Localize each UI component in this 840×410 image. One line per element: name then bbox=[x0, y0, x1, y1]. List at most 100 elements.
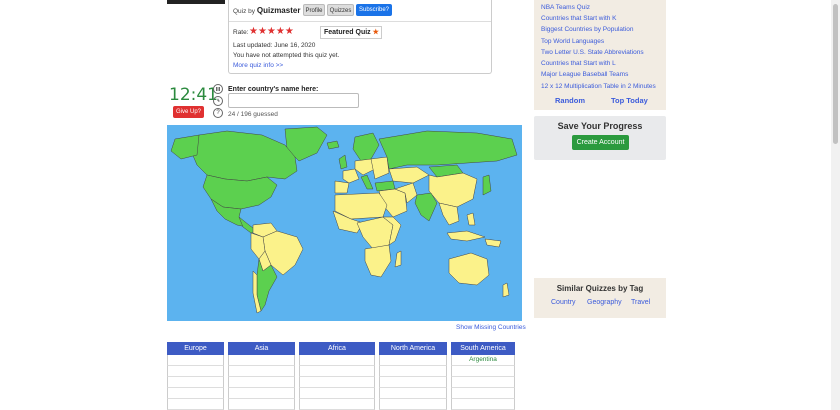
map-country-iceland bbox=[326, 140, 340, 150]
map-country-australia bbox=[448, 252, 490, 286]
save-progress-title: Save Your Progress bbox=[557, 121, 643, 131]
sidebar-link[interactable]: Top World Languages bbox=[541, 38, 604, 45]
sidebar-link[interactable]: Major League Baseball Teams bbox=[541, 71, 628, 78]
map-country-eastern-europe bbox=[370, 156, 390, 180]
answer-cell bbox=[228, 366, 295, 377]
answer-cell bbox=[299, 388, 375, 399]
answer-cell: Argentina bbox=[451, 355, 515, 366]
sidebar-link[interactable]: Two Letter U.S. State Abbreviations bbox=[541, 49, 644, 56]
last-updated: Last updated: June 16, 2020 bbox=[233, 42, 316, 49]
answer-cell bbox=[451, 388, 515, 399]
more-quiz-info-link[interactable]: More quiz info >> bbox=[233, 62, 283, 69]
map-country-scandinavia bbox=[352, 132, 380, 162]
attempt-status: You have not attempted this quiz yet. bbox=[233, 52, 340, 59]
similar-quizzes-title: Similar Quizzes by Tag bbox=[556, 284, 644, 293]
column-header: South America bbox=[451, 342, 515, 355]
help-icon[interactable]: ? bbox=[213, 108, 223, 118]
answer-cell bbox=[451, 366, 515, 377]
guessed-count: 24 / 196 guessed bbox=[228, 111, 278, 118]
answer-column-south-america: South America Argentina bbox=[451, 342, 515, 410]
answer-cell bbox=[228, 377, 295, 388]
pause-icon-glyph bbox=[216, 87, 220, 91]
map-country-madagascar bbox=[394, 250, 402, 268]
give-up-button[interactable]: Give Up? bbox=[173, 106, 204, 118]
sidebar-link[interactable]: 12 x 12 Multiplication Table in 2 Minute… bbox=[541, 83, 656, 90]
map-country-indonesia bbox=[446, 230, 486, 242]
column-header: Asia bbox=[228, 342, 295, 355]
answer-cell bbox=[167, 399, 224, 410]
clock-icon[interactable] bbox=[213, 96, 223, 106]
map-country-france bbox=[342, 168, 360, 184]
answer-column-europe: Europe bbox=[167, 342, 224, 410]
quiz-author-line: Quiz by Quizmaster bbox=[233, 6, 300, 15]
rate-label: Rate: bbox=[233, 29, 249, 36]
tag-link-travel[interactable]: Travel bbox=[631, 299, 650, 306]
answer-cell bbox=[228, 399, 295, 410]
quiz-author-name[interactable]: Quizmaster bbox=[257, 6, 301, 15]
answer-cell bbox=[228, 388, 295, 399]
pause-icon[interactable] bbox=[213, 84, 223, 94]
map-country-russia bbox=[378, 130, 518, 170]
answer-cell bbox=[379, 366, 447, 377]
answer-cell bbox=[299, 355, 375, 366]
column-header: North America bbox=[379, 342, 447, 355]
create-account-button[interactable]: Create Account bbox=[572, 135, 629, 150]
column-header: Europe bbox=[167, 342, 224, 355]
answer-cell bbox=[379, 399, 447, 410]
answer-cell bbox=[299, 399, 375, 410]
answer-cell bbox=[167, 377, 224, 388]
map-country-kazakhstan bbox=[388, 166, 430, 184]
answer-cell bbox=[228, 355, 295, 366]
countdown-timer: 12:41 bbox=[169, 85, 218, 105]
input-label: Enter country's name here: bbox=[228, 86, 319, 93]
sidebar-link[interactable]: Biggest Countries by Population bbox=[541, 26, 634, 33]
map-country-japan bbox=[482, 174, 492, 196]
answer-cell bbox=[451, 377, 515, 388]
top-today-link[interactable]: Top Today bbox=[611, 96, 648, 105]
map-country-iberia bbox=[334, 180, 350, 194]
subscribe-button[interactable]: Subscribe? bbox=[356, 4, 392, 16]
answer-cell bbox=[167, 355, 224, 366]
answer-cell bbox=[167, 388, 224, 399]
map-country-canada bbox=[190, 130, 298, 182]
show-missing-countries-link[interactable]: Show Missing Countries bbox=[456, 324, 526, 331]
map-country-uk bbox=[338, 154, 348, 170]
map-country-papua bbox=[484, 238, 502, 248]
quiz-by-label: Quiz by bbox=[233, 8, 256, 15]
sidebar-link[interactable]: NBA Teams Quiz bbox=[541, 4, 590, 11]
answer-column-asia: Asia bbox=[228, 342, 295, 410]
answer-cell bbox=[379, 388, 447, 399]
world-map-svg bbox=[170, 126, 518, 314]
clock-icon-glyph bbox=[217, 98, 220, 102]
star-icon: ★ bbox=[372, 29, 379, 36]
answer-cell bbox=[451, 399, 515, 410]
featured-label: Featured Quiz bbox=[324, 29, 371, 36]
sidebar-link[interactable]: Countries that Start with K bbox=[541, 15, 617, 22]
profile-button[interactable]: Profile bbox=[303, 4, 325, 16]
tag-link-geography[interactable]: Geography bbox=[587, 299, 622, 306]
map-country-philippines bbox=[466, 212, 476, 226]
map-country-india bbox=[414, 192, 438, 222]
rating-stars[interactable]: ★★★★★ bbox=[249, 26, 294, 37]
world-map[interactable] bbox=[167, 125, 522, 321]
map-country-central-africa bbox=[356, 216, 394, 250]
map-country-southern-africa bbox=[364, 244, 392, 278]
map-country-alaska bbox=[170, 134, 200, 160]
answer-column-africa: Africa bbox=[299, 342, 375, 410]
quizzes-button[interactable]: Quizzes bbox=[327, 4, 354, 16]
answer-cell bbox=[379, 377, 447, 388]
answer-cell bbox=[299, 366, 375, 377]
divider bbox=[229, 21, 491, 22]
country-answer-input[interactable] bbox=[228, 93, 359, 108]
sidebar-link[interactable]: Countries that Start with L bbox=[541, 60, 616, 67]
answer-cell bbox=[379, 355, 447, 366]
answer-column-north-america: North America bbox=[379, 342, 447, 410]
column-header: Africa bbox=[299, 342, 375, 355]
map-country-italy bbox=[360, 174, 374, 190]
scrollbar-thumb[interactable] bbox=[833, 4, 838, 144]
quiz-thumbnail bbox=[167, 0, 225, 4]
random-link[interactable]: Random bbox=[555, 96, 585, 105]
map-country-new-zealand bbox=[502, 282, 510, 298]
tag-link-country[interactable]: Country bbox=[551, 299, 576, 306]
answer-cell bbox=[167, 366, 224, 377]
